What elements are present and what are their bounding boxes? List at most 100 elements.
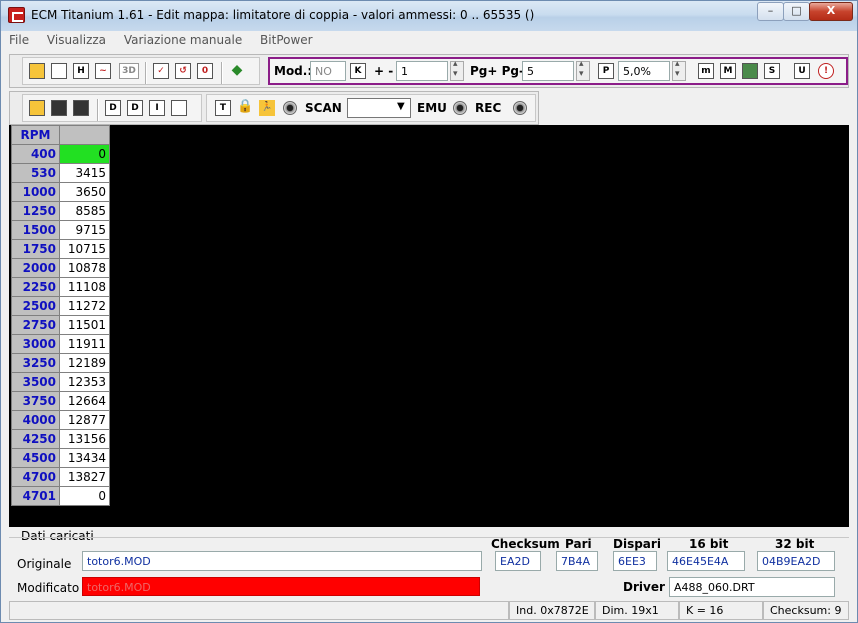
p-button[interactable]: P (598, 63, 614, 79)
menu-visualizza[interactable]: Visualizza (47, 33, 106, 47)
hex-view-icon[interactable]: H (73, 63, 89, 79)
zero-icon[interactable]: 0 (197, 63, 213, 79)
value-cell[interactable]: 12189 (59, 353, 110, 373)
chevron-down-icon[interactable]: ▼ (397, 101, 405, 112)
status-dimension: Dim. 19x1 (595, 601, 679, 620)
minimize-button[interactable]: – (757, 2, 784, 21)
pg-input[interactable]: 5 (522, 61, 574, 81)
modification-controls: Mod.: NO K + - 1 Pg+ Pg- 5 P 5,0% m M S … (268, 57, 848, 85)
step-input[interactable]: 1 (396, 61, 448, 81)
value-cell[interactable]: 12353 (59, 372, 110, 392)
value-cell[interactable]: 0 (59, 144, 110, 164)
bit32-label: 32 bit (775, 537, 815, 551)
m-upper-button[interactable]: M (720, 63, 736, 79)
value-cell[interactable]: 10878 (59, 258, 110, 278)
open-folder-icon[interactable] (29, 100, 45, 116)
u-button[interactable]: U (794, 63, 810, 79)
percent-input[interactable]: 5,0% (618, 61, 670, 81)
plusminus-label: + - (374, 64, 394, 78)
value-cell[interactable]: 3415 (59, 163, 110, 183)
value-cell[interactable]: 3650 (59, 182, 110, 202)
dispari-label: Dispari (613, 537, 661, 551)
d-button[interactable]: D (105, 100, 121, 116)
power-icon[interactable]: ! (818, 63, 834, 79)
emu-radio-icon[interactable] (453, 101, 467, 115)
rpm-cell: 3250 (11, 353, 60, 373)
close-button[interactable]: X (809, 2, 853, 21)
app-logo-icon (8, 7, 25, 23)
color-map-icon[interactable] (742, 63, 758, 79)
scan-radio-icon[interactable] (283, 101, 297, 115)
value-cell[interactable]: 11911 (59, 334, 110, 354)
pari-field: 7B4A (556, 551, 598, 571)
menu-bar: File Visualizza Variazione manuale BitPo… (9, 33, 849, 51)
value-cell[interactable]: 11501 (59, 315, 110, 335)
rpm-cell: 400 (11, 144, 60, 164)
table-row: 2250 11108 (11, 277, 110, 297)
shapes-icon[interactable]: ◆ (229, 63, 245, 79)
home-icon[interactable] (29, 63, 45, 79)
value-cell[interactable]: 11272 (59, 296, 110, 316)
value-cell[interactable]: 10715 (59, 239, 110, 259)
d-alt-button[interactable]: D (127, 100, 143, 116)
section-title: Dati caricati (21, 529, 94, 543)
value-cell[interactable]: 13434 (59, 448, 110, 468)
value-cell[interactable]: 13156 (59, 429, 110, 449)
mod-status-field: NO (310, 61, 346, 81)
table-row: 1250 8585 (11, 201, 110, 221)
value-cell[interactable]: 8585 (59, 201, 110, 221)
menu-file[interactable]: File (9, 33, 29, 47)
bit16-label: 16 bit (689, 537, 729, 551)
check-icon[interactable]: ✓ (153, 63, 169, 79)
3d-view-icon[interactable]: 3D (119, 63, 139, 79)
menu-bitpower[interactable]: BitPower (260, 33, 313, 47)
rpm-cell: 1000 (11, 182, 60, 202)
lock-icon[interactable]: 🔒 (237, 100, 253, 116)
runner-icon[interactable]: 🏃 (259, 100, 275, 116)
table-row: 3750 12664 (11, 391, 110, 411)
k-button[interactable]: K (350, 63, 366, 79)
value-cell[interactable]: 13827 (59, 467, 110, 487)
window-title: ECM Titanium 1.61 - Edit mappa: limitato… (31, 8, 535, 22)
save-icon[interactable] (51, 100, 67, 116)
value-cell[interactable]: 12877 (59, 410, 110, 430)
i-button[interactable]: I (149, 100, 165, 116)
value-cell[interactable]: 12664 (59, 391, 110, 411)
toolbar-scan-group: T 🔒 🏃 SCAN ▼ EMU REC (206, 94, 536, 122)
save-as-icon[interactable] (73, 100, 89, 116)
percent-spinner[interactable] (672, 59, 686, 81)
toolbar-main: H ~ 3D ✓ ↺ 0 ◆ Mod.: NO K + - 1 Pg+ Pg- … (9, 54, 849, 88)
table-header-row: RPM (11, 125, 110, 145)
map-grid-area: RPM 400 0 530 3415 1000 3650 1250 8585 1500 9715 1… (9, 125, 849, 527)
undo-icon[interactable]: ↺ (175, 63, 191, 79)
original-label: Originale (17, 557, 72, 571)
value-cell[interactable]: 11108 (59, 277, 110, 297)
menu-variazione-manuale[interactable]: Variazione manuale (124, 33, 242, 47)
value-cell[interactable]: 9715 (59, 220, 110, 240)
graph-icon[interactable]: ~ (95, 63, 111, 79)
table-icon[interactable] (171, 100, 187, 116)
modified-file-field: totor6.MOD (82, 577, 480, 596)
map-table: RPM 400 0 530 3415 1000 3650 1250 8585 1500 9715 1… (11, 125, 110, 506)
step-spinner[interactable] (450, 59, 464, 81)
s-button[interactable]: S (764, 63, 780, 79)
maximize-button[interactable]: □ (783, 2, 810, 21)
driver-field: A488_060.DRT (669, 577, 835, 597)
rec-radio-icon[interactable] (513, 101, 527, 115)
rpm-cell: 2500 (11, 296, 60, 316)
value-cell[interactable]: 0 (59, 486, 110, 506)
toolbar-map-group: H ~ 3D ✓ ↺ 0 ◆ (22, 57, 260, 85)
scan-label: SCAN (305, 101, 342, 115)
table-row: 2750 11501 (11, 315, 110, 335)
copy-icon[interactable] (51, 63, 67, 79)
table-row: 4500 13434 (11, 448, 110, 468)
status-checksum: Checksum: 9 (763, 601, 849, 620)
emu-label: EMU (417, 101, 447, 115)
pg-spinner[interactable] (576, 59, 590, 81)
t-button[interactable]: T (215, 100, 231, 116)
table-row: 4701 0 (11, 486, 110, 506)
rpm-cell: 4500 (11, 448, 60, 468)
toolbar-separator (97, 99, 99, 121)
m-lower-button[interactable]: m (698, 63, 714, 79)
status-index: Ind. 0x7872E (509, 601, 595, 620)
